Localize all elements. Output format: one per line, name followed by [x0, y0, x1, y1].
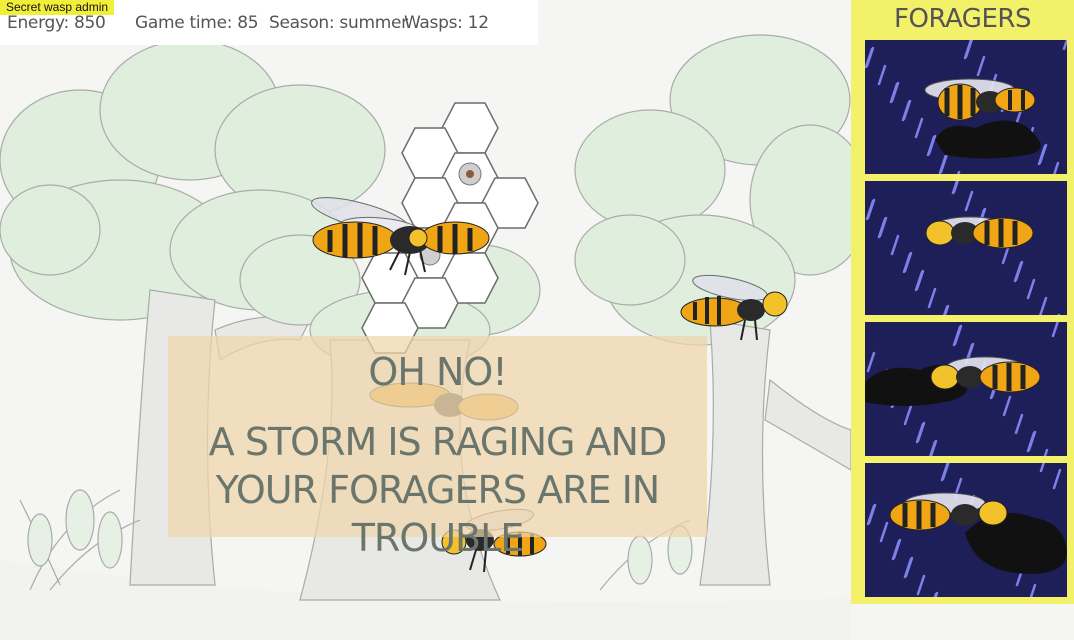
rain-streak — [957, 170, 961, 174]
rain-streak — [1039, 463, 1045, 473]
rain-streak — [865, 47, 874, 69]
rain-streak — [963, 40, 973, 60]
rain-streak — [1052, 468, 1062, 490]
rain-streak — [1014, 413, 1024, 435]
alert-title: OH NO! — [368, 350, 507, 394]
foragers-panel: FORAGERS — [851, 0, 1074, 604]
rain-streak — [926, 135, 936, 157]
rain-streak — [927, 287, 937, 309]
rain-streak — [1043, 448, 1049, 456]
storm-alert-dialog: OH NO! A STORM IS RAGING AND YOUR FORAGE… — [168, 336, 707, 560]
wasp-counter: Wasps: 12 — [404, 13, 489, 33]
rain-streak — [903, 404, 913, 426]
rain-streak — [916, 574, 926, 596]
forager-card[interactable] — [865, 322, 1067, 456]
rain-streak — [1026, 278, 1036, 300]
rain-streak — [1002, 395, 1012, 417]
rain-streak — [938, 153, 948, 174]
rain-streak — [1039, 296, 1048, 315]
wasp-in-storm-icon — [865, 322, 1059, 456]
secret-wasp-admin-button[interactable]: Secret wasp admin — [0, 0, 115, 15]
rain-streak — [865, 199, 875, 221]
rain-streak — [889, 82, 899, 104]
game-time-counter: Game time: 85 — [135, 13, 259, 33]
rain-streak — [1053, 161, 1060, 174]
alert-message: A STORM IS RAGING AND YOUR FORAGERS ARE … — [208, 420, 667, 560]
right-trunk — [699, 319, 852, 586]
foragers-title: FORAGERS — [894, 4, 1031, 34]
rain-streak — [866, 504, 876, 526]
rain-streak — [914, 270, 924, 292]
forager-card[interactable] — [865, 181, 1067, 315]
rain-streak — [902, 252, 912, 274]
wasp-in-storm-icon — [865, 181, 1061, 315]
rain-streak — [879, 521, 889, 543]
rain-streak — [891, 539, 901, 561]
rain-streak — [890, 234, 900, 256]
rain-streak — [952, 325, 962, 347]
forager-card[interactable] — [865, 40, 1067, 174]
rain-streak — [1013, 261, 1023, 283]
rain-streak — [933, 592, 938, 597]
rain-streak — [877, 217, 887, 239]
rain-streak — [866, 351, 876, 373]
rain-streak — [940, 463, 949, 482]
season-indicator: Season: summer — [269, 13, 408, 33]
rain-streak — [903, 557, 913, 579]
rain-streak — [1062, 40, 1067, 51]
rain-streak — [964, 190, 974, 212]
rain-streak — [1037, 144, 1047, 166]
rain-streak — [1051, 322, 1059, 338]
wasp-in-storm-icon — [866, 463, 1067, 597]
energy-counter: Energy: 850 — [7, 13, 106, 33]
rain-streak — [877, 64, 887, 86]
rain-streak — [914, 117, 924, 139]
rain-streak — [901, 100, 911, 122]
rain-streak — [1029, 583, 1037, 597]
rain-streak — [915, 422, 925, 444]
rain-streak — [976, 55, 986, 77]
wasp-in-storm-icon — [865, 40, 1067, 174]
rain-streak — [1026, 431, 1036, 453]
forager-card[interactable] — [865, 463, 1067, 597]
